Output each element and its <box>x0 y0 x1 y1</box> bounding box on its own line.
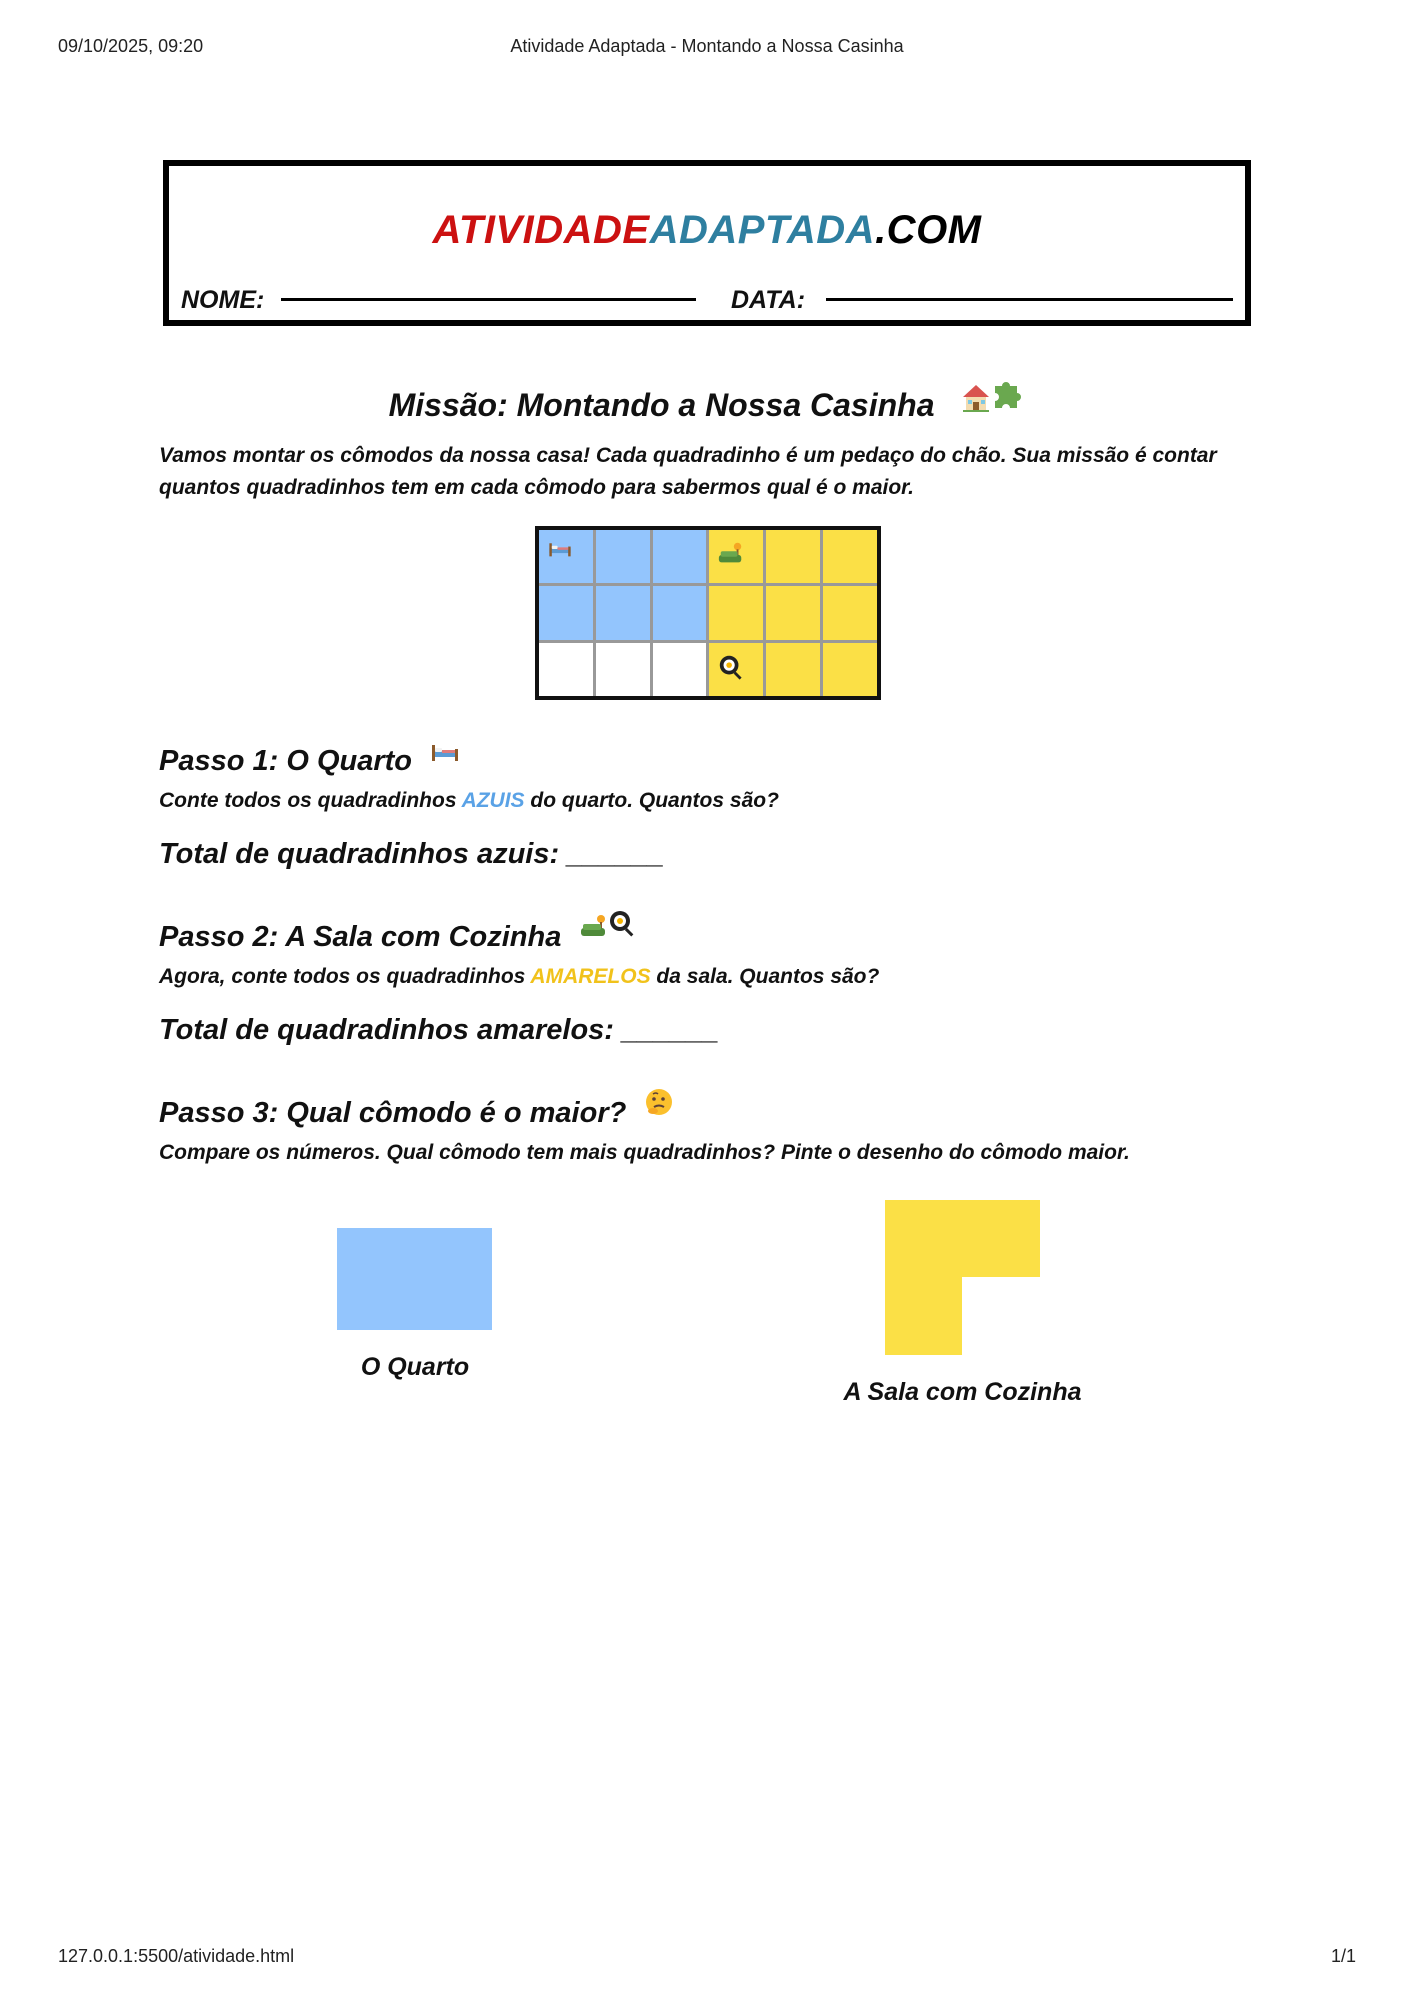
brand-box: ATIVIDADEADAPTADA.COM NOME: DATA: <box>163 160 1251 326</box>
print-url: 127.0.0.1:5500/atividade.html <box>58 1946 295 1966</box>
date-label: DATA: <box>731 286 806 314</box>
step3-title-text: Passo 3: Qual cômodo é o maior? <box>159 1097 627 1129</box>
brand-part-2: ADAPTADA <box>649 208 876 252</box>
floor-grid <box>535 526 881 700</box>
room-sala-bottom-part <box>885 1277 962 1355</box>
step1-total: Total de quadradinhos azuis: ______ <box>159 838 664 870</box>
step2-text-before: Agora, conte todos os quadradinhos <box>159 965 531 988</box>
print-footer: 127.0.0.1:5500/atividade.html 1/1 <box>58 1946 1356 1970</box>
grid-cell-yellow <box>709 642 764 696</box>
room-sala-top-part <box>885 1200 1040 1277</box>
step2-icons <box>579 911 639 944</box>
step2-title-text: Passo 2: A Sala com Cozinha <box>159 921 562 953</box>
step1-text-before: Conte todos os quadradinhos <box>159 789 462 812</box>
grid-cell-yellow <box>709 586 764 640</box>
date-field-line[interactable] <box>826 298 1233 301</box>
mission-intro: Vamos montar os cômodos da nossa casa! C… <box>159 444 1217 499</box>
grid-cell-yellow <box>766 642 821 696</box>
print-document-title: Atividade Adaptada - Montando a Nossa Ca… <box>510 36 904 56</box>
room-sala-cozinha-label: A Sala com Cozinha <box>843 1378 1082 1406</box>
step2-total: Total de quadradinhos amarelos: ______ <box>159 1014 719 1046</box>
grid-cell-white <box>539 642 593 696</box>
step1-instruction: Conte todos os quadradinhos AZUIS do qua… <box>159 789 779 813</box>
bed-icon <box>432 745 459 762</box>
step1-keyword: AZUIS <box>461 789 525 812</box>
house-icon <box>963 385 990 412</box>
step2-keyword: AMARELOS <box>530 965 651 988</box>
room-quarto-label: O Quarto <box>360 1353 470 1381</box>
puzzle-icon <box>995 382 1022 408</box>
grid-cell-blue <box>595 586 650 640</box>
grid-cell-blue <box>539 530 593 584</box>
step2-title: Passo 2: A Sala com Cozinha <box>159 911 639 954</box>
bed-icon <box>547 540 573 563</box>
grid-cell-blue <box>652 586 707 640</box>
couch-lamp-icon <box>581 915 606 937</box>
thinking-face-icon <box>646 1089 673 1116</box>
grid-cell-yellow <box>823 530 877 584</box>
grid-cell-white <box>595 642 650 696</box>
grid-cell-yellow <box>823 642 877 696</box>
grid-cell-blue <box>539 586 593 640</box>
grid-cell-blue <box>595 530 650 584</box>
step3-title: Passo 3: Qual cômodo é o maior? <box>159 1089 674 1130</box>
grid-cell-yellow <box>766 586 821 640</box>
print-page-count: 1/1 <box>1330 1946 1356 1966</box>
room-quarto-shape[interactable] <box>337 1228 492 1330</box>
step1-title: Passo 1: O Quarto <box>159 745 460 778</box>
grid-cell-yellow <box>709 530 764 584</box>
name-field-line[interactable] <box>281 298 696 301</box>
step1-title-text: Passo 1: O Quarto <box>159 745 413 777</box>
step2-text-after: da sala. Quantos são? <box>650 965 880 988</box>
couch-lamp-icon <box>717 540 745 573</box>
grid-cell-blue <box>652 530 707 584</box>
print-header: 09/10/2025, 09:20 Atividade Adaptada - M… <box>58 36 1356 60</box>
mission-title-text: Missão: Montando a Nossa Casinha <box>388 387 935 423</box>
frying-pan-icon <box>610 911 634 937</box>
brand-logo: ATIVIDADEADAPTADA.COM <box>169 208 1245 253</box>
grid-cell-yellow <box>766 530 821 584</box>
name-label: NOME: <box>181 286 265 314</box>
step1-text-after: do quarto. Quantos são? <box>524 789 779 812</box>
mission-title: Missão: Montando a Nossa Casinha <box>0 382 1414 424</box>
mission-icons <box>961 382 1025 418</box>
grid-cell-white <box>652 642 707 696</box>
frying-pan-icon <box>717 653 745 686</box>
step3-instruction: Compare os números. Qual cômodo tem mais… <box>159 1141 1130 1164</box>
name-date-row: NOME: DATA: <box>181 286 1233 316</box>
brand-part-1: ATIVIDADE <box>432 208 650 252</box>
step2-instruction: Agora, conte todos os quadradinhos AMARE… <box>159 965 879 989</box>
room-sala-cozinha-shape[interactable] <box>885 1200 1040 1355</box>
grid-cell-yellow <box>823 586 877 640</box>
brand-part-3: .COM <box>875 208 982 252</box>
